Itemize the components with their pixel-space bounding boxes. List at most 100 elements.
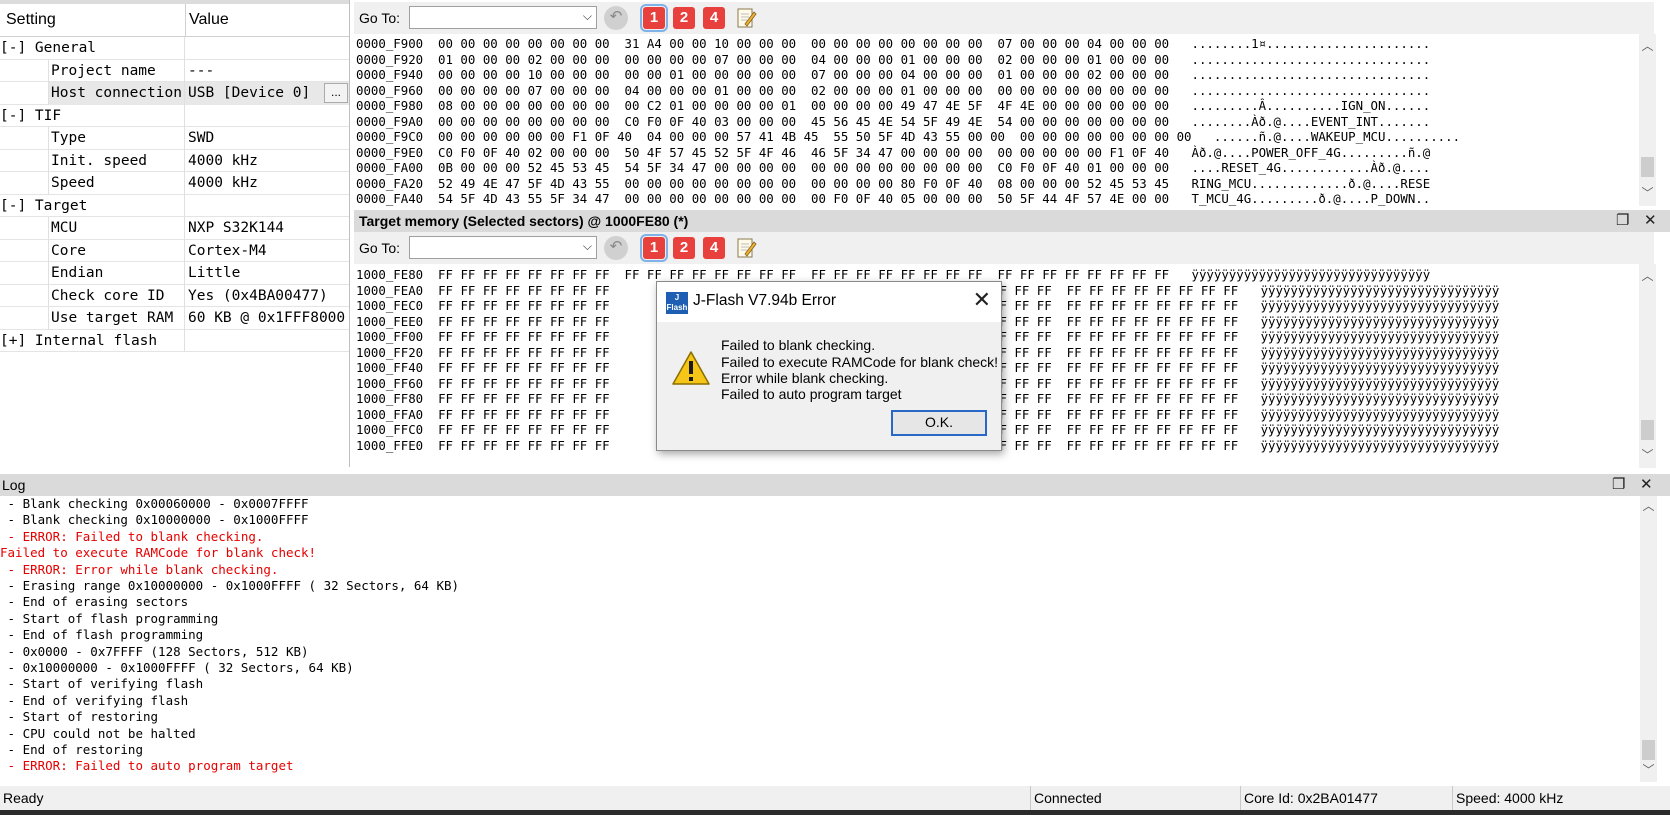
goto-select[interactable]: ⌵ xyxy=(409,236,597,259)
settings-header-value[interactable]: Value xyxy=(186,4,349,37)
host-connection-browse-button[interactable]: ... xyxy=(324,83,348,103)
hex-bytes: FF FF FF FF FF FF FF FF xyxy=(438,391,610,406)
settings-row-endian[interactable]: Endian Little xyxy=(0,262,349,285)
hex-line: 0000_F920 01 00 00 00 02 00 00 00 00 00 … xyxy=(356,51,1431,67)
address: 1000_FEA0 xyxy=(356,282,424,298)
settings-row-type[interactable]: Type SWD xyxy=(0,127,349,150)
dialog-message: Error while blank checking. xyxy=(721,370,889,386)
hex-line: 0000_F980 08 00 00 00 00 00 00 00 00 C2 … xyxy=(356,98,1431,113)
hex-bytes: FF FF FF FF FF FF FF FF FF FF FF FF ÿÿÿÿ… xyxy=(969,422,1500,437)
hex-line: 0000_FA40 54 5F 4D 43 55 5F 34 47 00 00 … xyxy=(356,191,1431,206)
hex-top-scrollbar[interactable]: ︿ ﹀ xyxy=(1639,34,1656,206)
settings-header-setting[interactable]: Setting xyxy=(0,4,186,37)
settings-row-init-speed[interactable]: Init. speed 4000 kHz xyxy=(0,149,349,172)
byte-size-2-button[interactable]: 2 xyxy=(673,7,695,29)
byte-size-4-button[interactable]: 4 xyxy=(703,237,725,259)
scroll-up-icon[interactable]: ︿ xyxy=(1639,268,1656,285)
scroll-up-icon[interactable]: ︿ xyxy=(1639,38,1656,55)
setting-value: --- xyxy=(184,59,349,82)
close-icon[interactable]: ✕ xyxy=(1644,213,1657,229)
hex-bytes: FF FF FF FF FF FF FF FF xyxy=(438,313,610,329)
dialog-message: Failed to execute RAMCode for blank chec… xyxy=(721,354,999,370)
settings-row-mcu[interactable]: MCU NXP S32K144 xyxy=(0,217,349,240)
status-speed: Speed: 4000 kHz xyxy=(1452,786,1563,810)
status-bar: Ready Connected Core Id: 0x2BA01477 Spee… xyxy=(0,786,1670,810)
settings-row-target[interactable]: [-] Target xyxy=(0,194,349,217)
settings-row-general[interactable]: [-] General xyxy=(0,37,349,60)
settings-row-check-core-id[interactable]: Check core ID Yes (0x4BA00477) xyxy=(0,284,349,307)
scroll-up-icon[interactable]: ︿ xyxy=(1640,498,1657,515)
hex-line: 0000_F9A0 00 00 00 00 00 00 00 00 C0 F0 … xyxy=(356,113,1431,129)
setting-name: Speed xyxy=(48,172,184,195)
scroll-thumb[interactable] xyxy=(1641,420,1654,440)
setting-value: 4000 kHz xyxy=(184,149,349,172)
settings-row-use-target-ram[interactable]: Use target RAM 60 KB @ 0x1FFF8000 xyxy=(0,307,349,330)
setting-value xyxy=(184,194,349,217)
log-line: - CPU could not be halted xyxy=(0,725,196,741)
settings-row-internal-flash[interactable]: [+] Internal flash xyxy=(0,329,349,352)
setting-value xyxy=(184,104,349,127)
edit-icon[interactable] xyxy=(735,7,757,29)
setting-value xyxy=(184,329,349,352)
setting-name: MCU xyxy=(48,217,184,240)
dialog-titlebar[interactable]: J Flash J-Flash V7.94b Error ✕ xyxy=(657,282,1001,322)
setting-value: NXP S32K144 xyxy=(184,217,349,240)
hex-target-scrollbar[interactable]: ︿ ﹀ xyxy=(1639,264,1656,468)
setting-name: Core xyxy=(48,239,184,262)
chevron-down-icon: ⌵ xyxy=(582,9,592,23)
scroll-down-icon[interactable]: ﹀ xyxy=(1639,185,1656,202)
log-scrollbar[interactable]: ︿ ﹀ xyxy=(1640,496,1657,782)
setting-value: 4000 kHz xyxy=(184,172,349,195)
scroll-thumb[interactable] xyxy=(1642,740,1655,760)
settings-row-project-name[interactable]: Project name --- xyxy=(0,59,349,82)
close-icon[interactable]: ✕ xyxy=(973,288,991,312)
address: 1000_FE80 xyxy=(356,267,424,282)
dialog-title: J-Flash V7.94b Error xyxy=(693,292,836,309)
log-line: - 0x10000000 - 0x1000FFFF ( 32 Sectors, … xyxy=(0,660,354,675)
error-dialog: J Flash J-Flash V7.94b Error ✕ Failed to… xyxy=(656,281,1002,451)
hex-bytes: FF FF FF FF FF FF FF FF FF FF FF FF FF F… xyxy=(423,267,1431,282)
byte-size-1-button[interactable]: 1 xyxy=(640,4,668,32)
log-line: - End of verifying flash xyxy=(0,692,189,708)
log-output[interactable]: - Blank checking 0x00060000 - 0x0007FFFF… xyxy=(0,496,1640,782)
restore-window-icon[interactable]: ❐ xyxy=(1612,477,1625,493)
chevron-down-icon: ⌵ xyxy=(582,239,592,253)
scroll-thumb[interactable] xyxy=(1641,157,1654,177)
settings-row-host-connection[interactable]: Host connection USB [Device 0] ... xyxy=(0,82,349,105)
edit-icon[interactable] xyxy=(735,237,757,259)
setting-value: Little xyxy=(184,262,349,285)
goto-label: Go To: xyxy=(359,10,400,26)
settings-row-tif[interactable]: [-] TIF xyxy=(0,104,349,127)
goto-select[interactable]: ⌵ xyxy=(409,6,597,29)
setting-name: [+] Internal flash xyxy=(0,332,158,349)
target-memory-title: Target memory (Selected sectors) @ 1000F… xyxy=(359,213,689,229)
hex-view-top[interactable]: 0000_F900 00 00 00 00 00 00 00 00 31 A4 … xyxy=(354,34,1639,206)
go-back-icon[interactable]: ↶ xyxy=(604,6,628,30)
byte-size-4-button[interactable]: 4 xyxy=(703,7,725,29)
log-line: - 0x0000 - 0x7FFFF (128 Sectors, 512 KB) xyxy=(0,643,309,659)
log-line-error: - ERROR: Failed to blank checking. xyxy=(0,528,264,544)
log-line: - Start of flash programming xyxy=(0,610,219,626)
hex-bytes: FF FF FF FF FF FF FF FF FF FF FF FF ÿÿÿÿ… xyxy=(969,313,1500,329)
hex-line: 0000_F9E0 C0 F0 0F 40 02 00 00 00 50 4F … xyxy=(356,144,1431,160)
scroll-down-icon[interactable]: ﹀ xyxy=(1640,762,1657,779)
hex-bytes: FF FF FF FF FF FF FF FF xyxy=(438,422,610,437)
hex-bytes: FF FF FF FF FF FF FF FF xyxy=(438,329,610,344)
scroll-down-icon[interactable]: ﹀ xyxy=(1639,447,1656,464)
byte-size-2-button[interactable]: 2 xyxy=(673,237,695,259)
log-line: - End of flash programming xyxy=(0,627,204,643)
setting-name: Type xyxy=(48,127,184,150)
go-back-icon[interactable]: ↶ xyxy=(604,236,628,260)
address: 1000_FF20 xyxy=(356,344,424,360)
hex-bytes: FF FF FF FF FF FF FF FF FF FF FF FF ÿÿÿÿ… xyxy=(969,344,1500,360)
hex-line: 0000_F940 00 00 00 00 10 00 00 00 00 00 … xyxy=(356,67,1431,82)
settings-row-speed[interactable]: Speed 4000 kHz xyxy=(0,172,349,195)
hex-bytes: FF FF FF FF FF FF FF FF FF FF FF FF ÿÿÿÿ… xyxy=(969,298,1500,313)
settings-row-core[interactable]: Core Cortex-M4 xyxy=(0,239,349,262)
close-icon[interactable]: ✕ xyxy=(1640,477,1653,493)
hex-bytes: FF FF FF FF FF FF FF FF FF FF FF FF ÿÿÿÿ… xyxy=(969,406,1500,422)
ok-button[interactable]: O.K. xyxy=(891,410,987,436)
byte-size-1-button[interactable]: 1 xyxy=(640,234,668,262)
restore-window-icon[interactable]: ❐ xyxy=(1616,213,1629,229)
hex-line: 0000_FA00 0B 00 00 00 52 45 53 45 54 5F … xyxy=(356,160,1431,175)
